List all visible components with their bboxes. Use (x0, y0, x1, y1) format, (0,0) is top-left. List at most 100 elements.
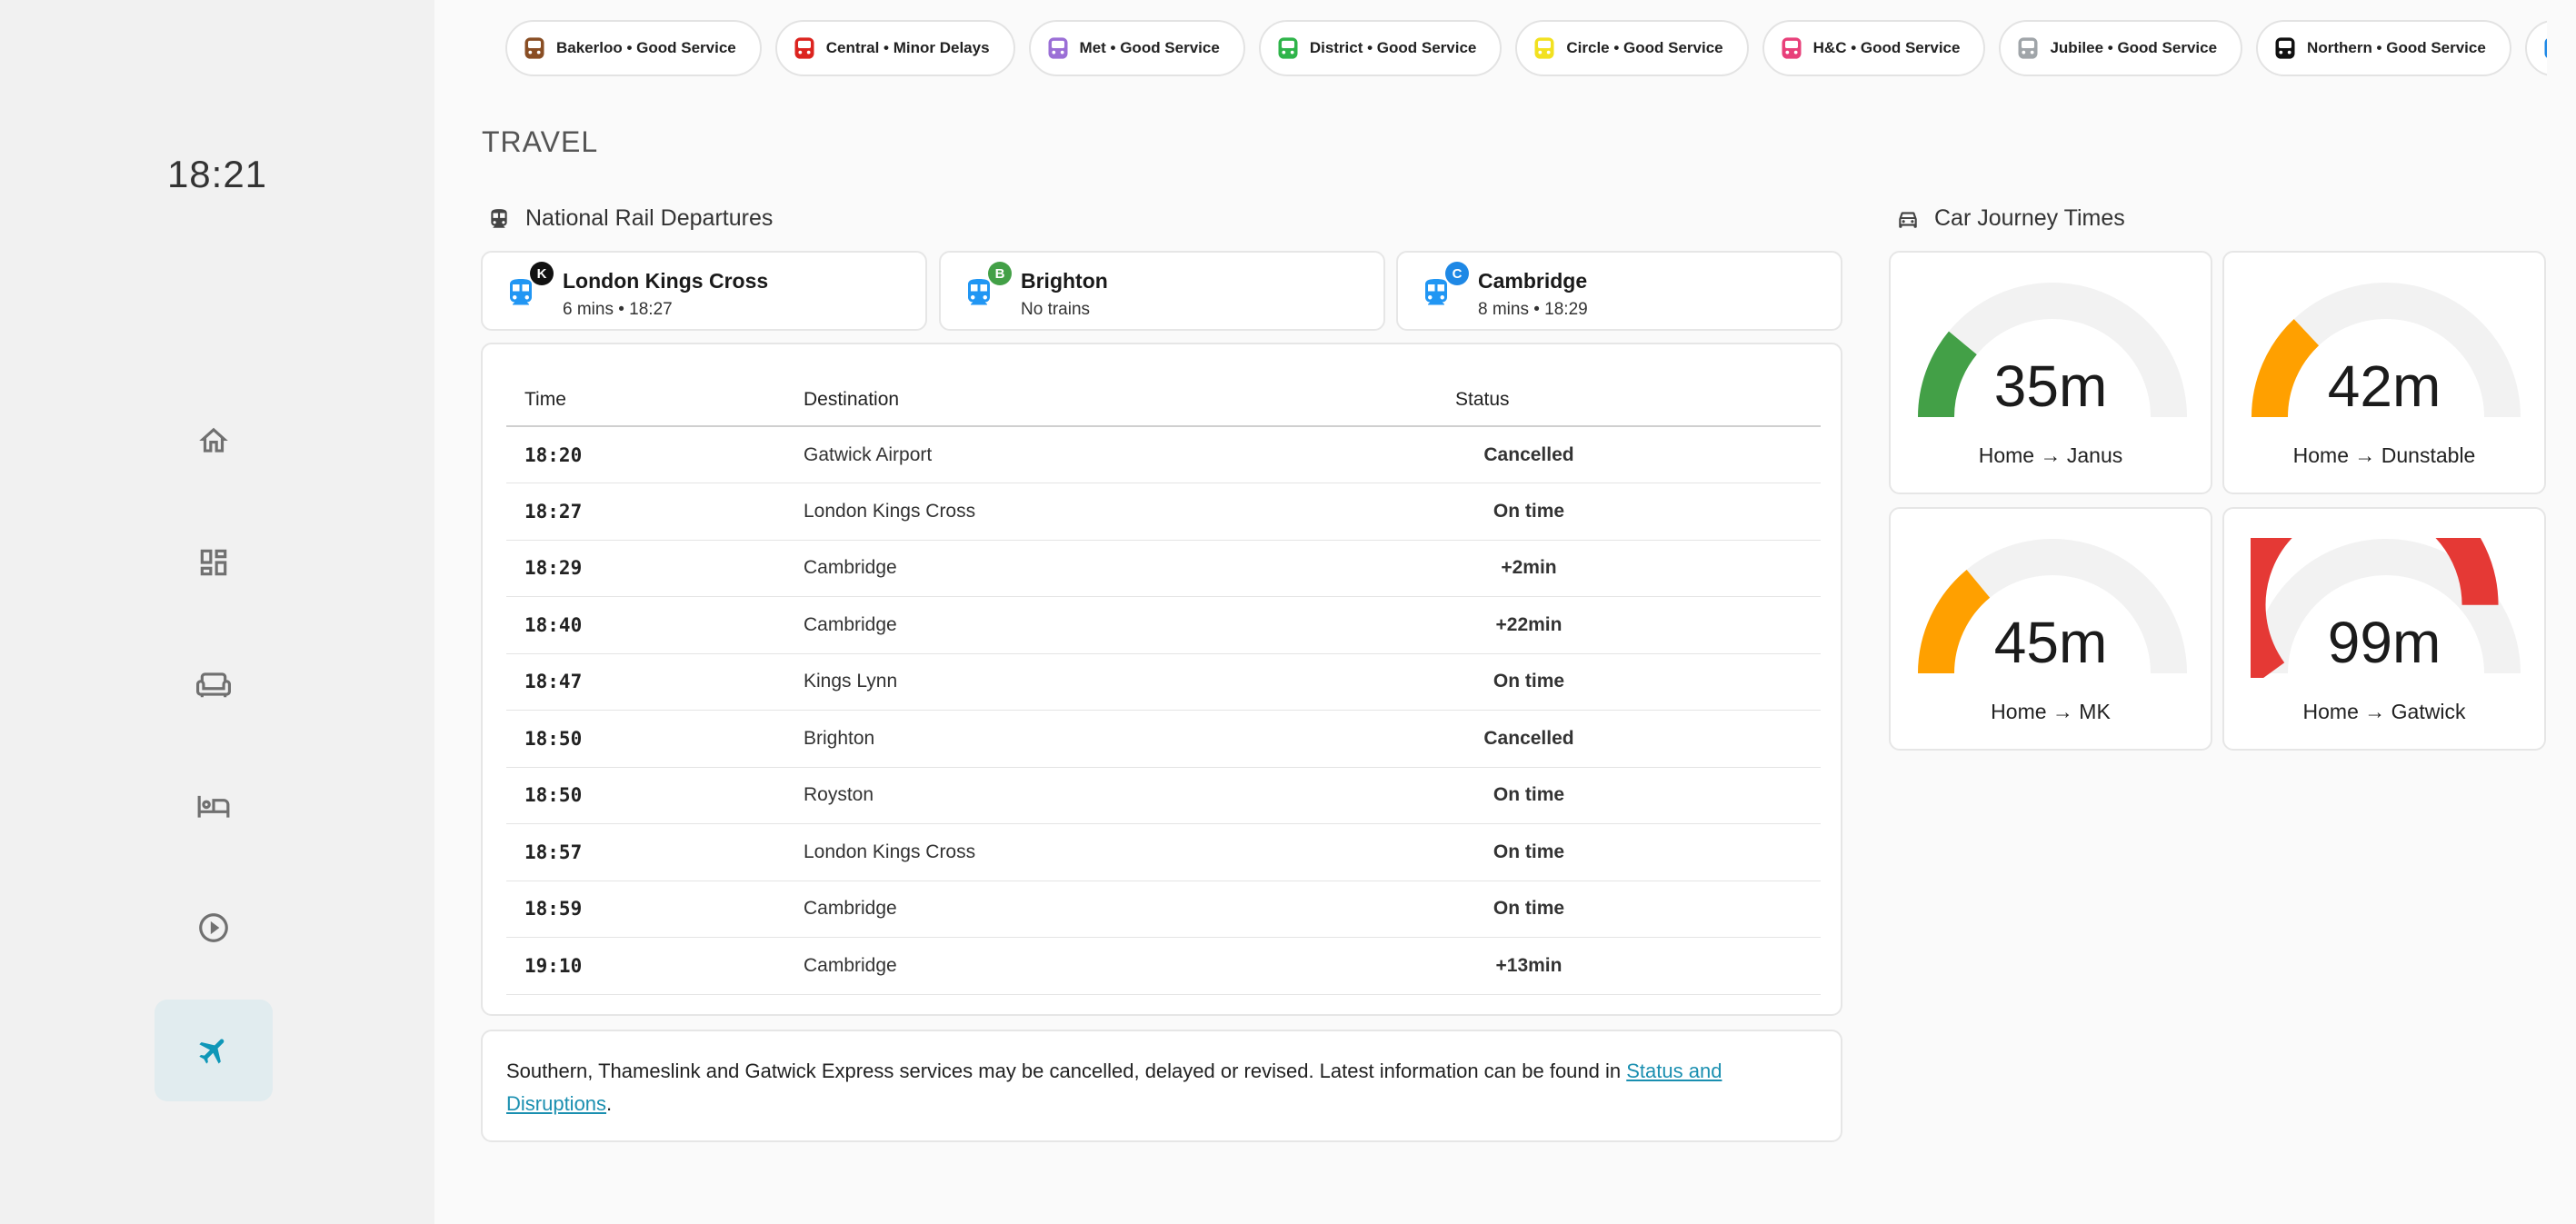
departure-time: 18:59 (506, 881, 785, 938)
nav-media[interactable] (155, 877, 273, 979)
tube-icon (524, 37, 544, 59)
tube-icon (2018, 37, 2038, 59)
nav-bedroom[interactable] (155, 755, 273, 857)
line-status-label: Met • Good Service (1079, 39, 1220, 56)
table-row: 18:47 Kings Lynn On time (506, 653, 1821, 711)
journey-gauge-card[interactable]: 35m Home → Janus (1889, 251, 2212, 494)
journey-route-label: Home → Dunstable (2292, 443, 2476, 467)
table-row: 18:50 Royston On time (506, 767, 1821, 824)
line-status-label: Jubilee • Good Service (2050, 39, 2218, 56)
departure-status: +22min (1437, 596, 1821, 654)
service-notice: Southern, Thameslink and Gatwick Express… (481, 1030, 1842, 1142)
line-status-pill[interactable]: District • Good Service (1258, 20, 1503, 76)
col-status-header: Status (1437, 373, 1821, 427)
departure-status: On time (1437, 767, 1821, 824)
car-card-title: Car Journey Times (1896, 205, 2125, 232)
train-icon (491, 208, 507, 228)
table-row: 18:29 Cambridge +2min (506, 540, 1821, 597)
line-status-label: Northern • Good Service (2307, 39, 2486, 56)
station-badge: C (1445, 262, 1469, 285)
station-next-train: 6 mins • 18:27 (563, 300, 673, 319)
journey-time-value: 42m (2327, 353, 2441, 419)
station-next-train: No trains (1021, 300, 1091, 319)
col-time-header: Time (506, 373, 785, 427)
departure-time: 18:50 (506, 767, 785, 824)
nav-living-room[interactable] (155, 633, 273, 735)
line-status-pill[interactable]: Bakerloo • Good Service (505, 20, 762, 76)
journey-time-value: 99m (2327, 610, 2441, 675)
line-status-pill[interactable]: Piccadilly • Good Service (2524, 20, 2547, 76)
station-card[interactable]: B Brighton No trains (939, 251, 1385, 331)
airplane-icon (199, 1039, 225, 1064)
departure-status: On time (1437, 483, 1821, 541)
tube-icon (1534, 37, 1554, 59)
tube-icon (1782, 37, 1802, 59)
line-status-label: Central • Minor Delays (825, 39, 990, 56)
rail-card-title: National Rail Departures (487, 205, 773, 232)
line-status-label: H&C • Good Service (1812, 39, 1961, 56)
table-row: 19:10 Cambridge +13min (506, 937, 1821, 995)
station-card[interactable]: C Cambridge 8 mins • 18:29 (1396, 251, 1842, 331)
departure-destination: London Kings Cross (785, 483, 1437, 541)
tube-icon (1048, 37, 1068, 59)
tube-icon (794, 37, 814, 59)
tube-icon (2275, 37, 2295, 59)
departure-time: 18:47 (506, 653, 785, 711)
station-badge: B (988, 262, 1012, 285)
station-badge: K (530, 262, 554, 285)
station-next-train: 8 mins • 18:29 (1478, 300, 1588, 319)
departure-destination: Cambridge (785, 540, 1437, 597)
table-row: 18:59 Cambridge On time (506, 881, 1821, 938)
departures-table: Time Destination Status 18:20 Gatwick Air… (506, 373, 1821, 995)
line-status-label: Bakerloo • Good Service (556, 39, 736, 56)
bed-icon (197, 795, 230, 818)
journey-gauge-card[interactable]: 45m Home → MK (1889, 507, 2212, 751)
journey-gauge-card[interactable]: 99m Home → Gatwick (2222, 507, 2546, 751)
departure-status: Cancelled (1437, 710, 1821, 768)
line-status-pill[interactable]: Central • Minor Delays (774, 20, 1015, 76)
play-icon (199, 913, 228, 942)
journey-route-label: Home → Gatwick (2302, 700, 2466, 723)
line-status-pill[interactable]: Northern • Good Service (2256, 20, 2511, 76)
sofa-icon (196, 672, 231, 698)
tube-icon (2544, 38, 2547, 58)
line-status-label: Circle • Good Service (1566, 39, 1723, 56)
departure-time: 18:50 (506, 710, 785, 768)
rail-title: National Rail Departures (525, 205, 774, 231)
journey-route-label: Home → MK (1991, 700, 2111, 723)
departure-destination: London Kings Cross (785, 823, 1437, 881)
tube-status-bar: Bakerloo • Good Service Central • Minor D… (505, 20, 2547, 76)
line-status-pill[interactable]: H&C • Good Service (1762, 20, 1986, 76)
nav-home[interactable] (155, 390, 273, 492)
departure-status: On time (1437, 823, 1821, 881)
departure-destination: Cambridge (785, 937, 1437, 995)
table-row: 18:20 Gatwick Airport Cancelled (506, 426, 1821, 483)
departure-destination: Cambridge (785, 881, 1437, 938)
tube-icon (1278, 37, 1298, 59)
departure-status: Cancelled (1437, 426, 1821, 483)
page-title: TRAVEL (482, 125, 599, 158)
station-name: London Kings Cross (563, 269, 769, 293)
departure-time: 18:57 (506, 823, 785, 881)
departure-destination: Cambridge (785, 596, 1437, 654)
station-name: Brighton (1021, 269, 1108, 293)
departure-time: 18:29 (506, 540, 785, 597)
table-row: 18:27 London Kings Cross On time (506, 483, 1821, 541)
nav-travel[interactable] (155, 1000, 273, 1101)
departure-time: 18:27 (506, 483, 785, 541)
col-destination-header: Destination (785, 373, 1437, 427)
nav-dashboard[interactable] (155, 512, 273, 613)
journey-gauge-card[interactable]: 42m Home → Dunstable (2222, 251, 2546, 494)
departures-card: Time Destination Status 18:20 Gatwick Air… (481, 343, 1842, 1016)
car-icon (1899, 211, 1917, 228)
line-status-pill[interactable]: Circle • Good Service (1515, 20, 1749, 76)
line-status-pill[interactable]: Met • Good Service (1028, 20, 1245, 76)
departure-destination: Brighton (785, 710, 1437, 768)
notice-end: . (606, 1092, 613, 1115)
departure-time: 18:40 (506, 596, 785, 654)
line-status-pill[interactable]: Jubilee • Good Service (1999, 20, 2243, 76)
station-card[interactable]: K London Kings Cross 6 mins • 18:27 (481, 251, 927, 331)
sidebar: 18:21 (0, 0, 434, 1224)
car-title: Car Journey Times (1934, 205, 2125, 231)
table-row: 18:57 London Kings Cross On time (506, 823, 1821, 881)
